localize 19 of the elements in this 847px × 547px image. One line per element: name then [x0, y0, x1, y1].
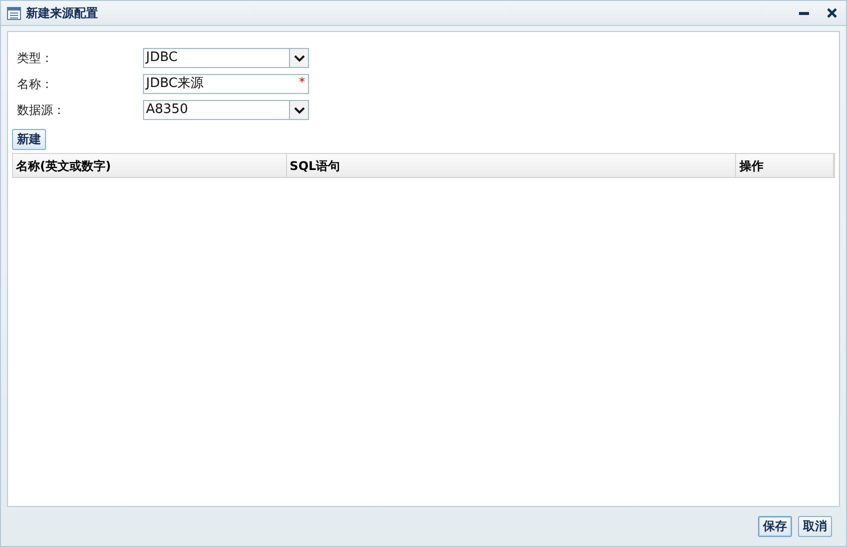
caret-icon[interactable] [294, 54, 304, 62]
field-label: 名称： [16, 76, 54, 93]
column-header: SQL语句 [286, 154, 736, 177]
field-label: 数据源： [16, 102, 66, 119]
window-title: 新建来源配置 [26, 5, 98, 22]
save-button[interactable]: 保存 [758, 516, 792, 537]
column-header: 操作 [736, 154, 834, 177]
required-mark: * [299, 74, 305, 91]
column-header: 名称(英文或数字) [13, 154, 287, 177]
close-icon[interactable] [827, 8, 837, 18]
cancel-button[interactable]: 取消 [798, 516, 832, 537]
select-field[interactable]: A8350 [143, 100, 309, 120]
field-label: 类型： [16, 50, 54, 67]
select-field[interactable]: JDBC [143, 48, 309, 68]
input-field[interactable]: JDBC来源 * [143, 74, 309, 94]
caret-icon[interactable] [294, 106, 304, 114]
new-button[interactable]: 新建 [12, 129, 46, 150]
minimize-icon[interactable] [799, 12, 809, 14]
table-icon [7, 6, 21, 20]
